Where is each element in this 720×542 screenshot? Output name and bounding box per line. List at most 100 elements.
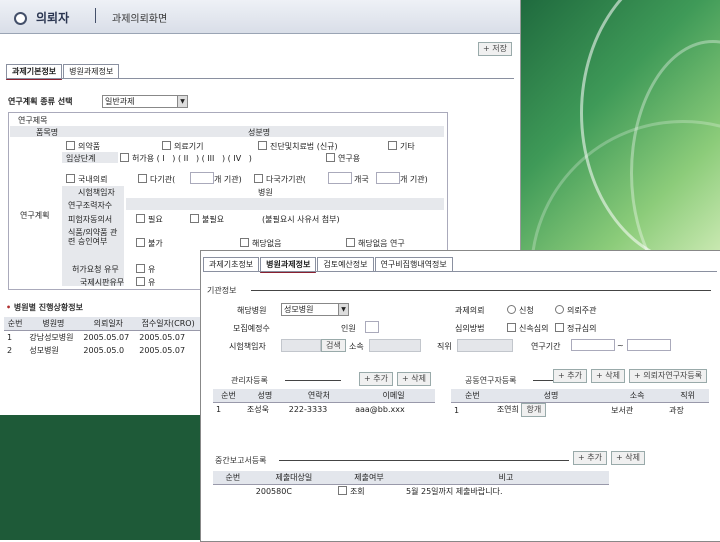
tab-budget[interactable]: 검토예산정보 — [317, 257, 374, 271]
nation-center-suffix: 개 기관) — [400, 175, 428, 184]
coresearch-register-button[interactable]: + 의뢰자연구자등록 — [629, 369, 708, 383]
multi-center-count[interactable] — [190, 172, 214, 184]
basic-info-line — [251, 290, 711, 291]
col-no: 순번 — [4, 317, 27, 331]
col-position: 직위 — [666, 389, 709, 403]
permit-request-yes[interactable]: 유 — [136, 264, 155, 275]
check-multi-center[interactable]: 다기관( — [138, 174, 175, 185]
consent-note: (불필요시 사유서 첨부) — [262, 215, 340, 224]
col-no: 순번 — [213, 389, 244, 403]
header-title: 의뢰자 — [36, 11, 70, 25]
save-button[interactable]: + 저장 — [478, 42, 512, 56]
coresearch-row-button[interactable]: 항개 — [521, 403, 547, 417]
period-label: 연구기간 — [531, 342, 561, 351]
check-permit[interactable]: 허가용 ( I ) ( II ) ( III ) ( IV ) — [120, 153, 252, 164]
product-name-header: 품목명 — [36, 128, 59, 137]
coresearch-add-button[interactable]: + 추가 — [553, 369, 587, 383]
irb-regular[interactable]: 정규심의 — [555, 323, 596, 334]
research-plan-label: 연구계획 — [20, 211, 50, 220]
clinical-phase-label: 임상단계 — [66, 154, 96, 163]
report-line — [279, 460, 569, 461]
period-start[interactable] — [571, 339, 615, 351]
nation-count[interactable] — [328, 172, 352, 184]
hospital-select[interactable]: 성모병원 ▼ — [281, 303, 349, 316]
tab-basic[interactable]: 과제기초정보 — [203, 257, 260, 271]
check-multi-nation[interactable]: 다국가기관( — [254, 174, 306, 185]
coresearch-delete-button[interactable]: + 삭제 — [591, 369, 625, 383]
report-delete-button[interactable]: + 삭제 — [611, 451, 645, 465]
people-input[interactable] — [365, 321, 379, 333]
table-row[interactable]: 200580C 조회 5월 25일까지 제출바랍니다. — [213, 485, 609, 499]
table-row[interactable]: 1 조연희 항개 보서관 과장 — [451, 403, 709, 417]
review-opt-apply[interactable]: 신청 — [507, 305, 534, 316]
col-hospital: 병원명 — [26, 317, 81, 331]
intl-market-yes[interactable]: 유 — [136, 277, 155, 288]
col-belong: 소속 — [608, 389, 667, 403]
status-table: 순번 병원명 의뢰일자 접수일자(CRO) 1 강남성모병원 2005.05.0… — [4, 317, 200, 357]
check-device[interactable]: 의료기기 — [162, 141, 203, 152]
col-note: 비고 — [403, 471, 609, 485]
multi-center-suffix: 개 기관) — [214, 175, 242, 184]
check-drug[interactable]: 의약품 — [66, 141, 100, 152]
table-row[interactable]: 1 조성욱 222-3333 aaa@bb.xxx — [213, 403, 435, 417]
ingredient-name-header: 성분명 — [248, 128, 271, 137]
coresearch-table: 순번 성명 소속 직위 1 조연희 항개 보서관 과장 — [451, 389, 709, 417]
status-section-title: 병원별 진행상황정보 — [6, 302, 83, 313]
consent-label: 피험자동의서 — [68, 215, 113, 224]
manager-add-button[interactable]: + 추가 — [359, 372, 393, 386]
tab-underline — [6, 78, 514, 79]
approval-na-research[interactable]: 해당없음 연구 — [346, 238, 405, 249]
report-title: 중간보고서등록 — [215, 456, 267, 465]
irb-label: 심의방법 — [455, 324, 485, 333]
col-name: 성명 — [243, 389, 286, 403]
consent-required[interactable]: 필요 — [136, 214, 163, 225]
check-research[interactable]: 연구용 — [326, 153, 360, 164]
col-no: 순번 — [451, 389, 494, 403]
period-sep: ~ — [617, 341, 624, 350]
tab-hospital-info[interactable]: 병원과제정보 — [63, 64, 120, 78]
manager-table: 순번 성명 연락처 이메일 1 조성욱 222-3333 aaa@bb.xxx — [213, 389, 435, 416]
position-field[interactable] — [457, 339, 513, 352]
permit-request-label: 허가요청 유무 — [72, 265, 119, 274]
tab-expense[interactable]: 연구비집행내역정보 — [374, 257, 453, 271]
assistant-count-field[interactable] — [126, 198, 444, 210]
col-no: 순번 — [213, 471, 253, 485]
nation-center-count[interactable] — [376, 172, 400, 184]
chevron-down-icon: ▼ — [338, 304, 348, 315]
check-domestic[interactable]: 국내의뢰 — [66, 174, 107, 185]
research-title-label: 연구제목 — [18, 116, 48, 125]
report-add-button[interactable]: + 추가 — [573, 451, 607, 465]
investigator-label: 시험책임자 — [78, 188, 115, 197]
search-button[interactable]: 검색 — [321, 339, 346, 352]
consent-not-required[interactable]: 불필요 — [190, 214, 224, 225]
window-header: 의뢰자 과제의뢰화면 — [0, 0, 520, 34]
irb-quick[interactable]: 신속심의 — [507, 323, 548, 334]
table-row[interactable]: 2 성모병원 2005.05.0 2005.05.07 — [4, 344, 200, 357]
hospital-label: 병원 — [258, 188, 273, 197]
hospital-label: 해당병원 — [237, 306, 267, 315]
research-type-select[interactable]: 일반과제 ▼ — [102, 95, 188, 108]
table-row[interactable]: 1 강남성모병원 2005.05.07 2005.05.07 — [4, 331, 200, 345]
hospital-info-window: 과제기초정보 병원과제정보 검토예산정보 연구비집행내역정보 기관정보 해당병원… — [200, 250, 720, 542]
check-therapy[interactable]: 진단및치료법 (신규) — [258, 141, 338, 152]
investigator-label: 시험책임자 — [229, 342, 266, 351]
research-type-value: 일반과제 — [105, 97, 135, 106]
approval-label: 식품/의약품 관련 승인여부 — [68, 228, 118, 246]
intl-market-label: 국제시판유무 — [80, 278, 125, 287]
approval-no[interactable]: 불가 — [136, 238, 163, 249]
period-end[interactable] — [627, 339, 671, 351]
research-type-label: 연구계획 종류 선택 — [8, 97, 73, 106]
col-submitted: 제출여부 — [334, 471, 403, 485]
coresearch-line — [533, 380, 553, 381]
decorative-green-background — [520, 0, 720, 250]
decorative-dark-background — [0, 415, 200, 540]
col-due-date: 제출대상일 — [252, 471, 335, 485]
assistant-count-label: 연구조력자수 — [68, 201, 113, 210]
review-opt-main[interactable]: 의뢰주관 — [555, 305, 596, 316]
col-contact: 연락처 — [285, 389, 353, 403]
investigator-field[interactable] — [281, 339, 321, 352]
check-other[interactable]: 기타 — [388, 141, 415, 152]
manager-delete-button[interactable]: + 삭제 — [397, 372, 431, 386]
approval-na[interactable]: 해당없음 — [240, 238, 281, 249]
belong-field[interactable] — [369, 339, 421, 352]
